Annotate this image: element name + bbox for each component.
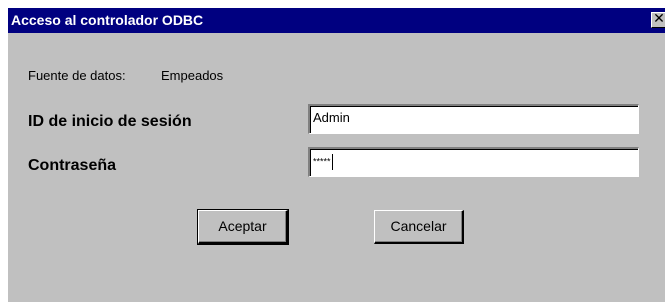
login-id-value: Admin bbox=[313, 110, 350, 125]
password-label: Contraseña bbox=[28, 157, 117, 174]
password-value: ***** bbox=[313, 156, 331, 167]
close-icon: ✕ bbox=[653, 11, 665, 27]
password-field[interactable]: ***** bbox=[308, 147, 639, 177]
login-id-field[interactable]: Admin bbox=[308, 104, 639, 134]
window-title: Acceso al controlador ODBC bbox=[11, 12, 204, 28]
datasource-label: Fuente de datos: bbox=[28, 68, 126, 83]
datasource-value: Empeados bbox=[161, 68, 224, 83]
cancel-button[interactable]: Cancelar bbox=[374, 210, 464, 244]
ok-button[interactable]: Aceptar bbox=[197, 209, 289, 245]
odbc-login-dialog: Acceso al controlador ODBC ✕ Fuente de d… bbox=[8, 8, 665, 302]
text-caret bbox=[331, 153, 333, 170]
close-button[interactable]: ✕ bbox=[651, 12, 665, 28]
title-bar: Acceso al controlador ODBC ✕ bbox=[8, 8, 665, 33]
login-id-label: ID de inicio de sesión bbox=[28, 113, 192, 130]
